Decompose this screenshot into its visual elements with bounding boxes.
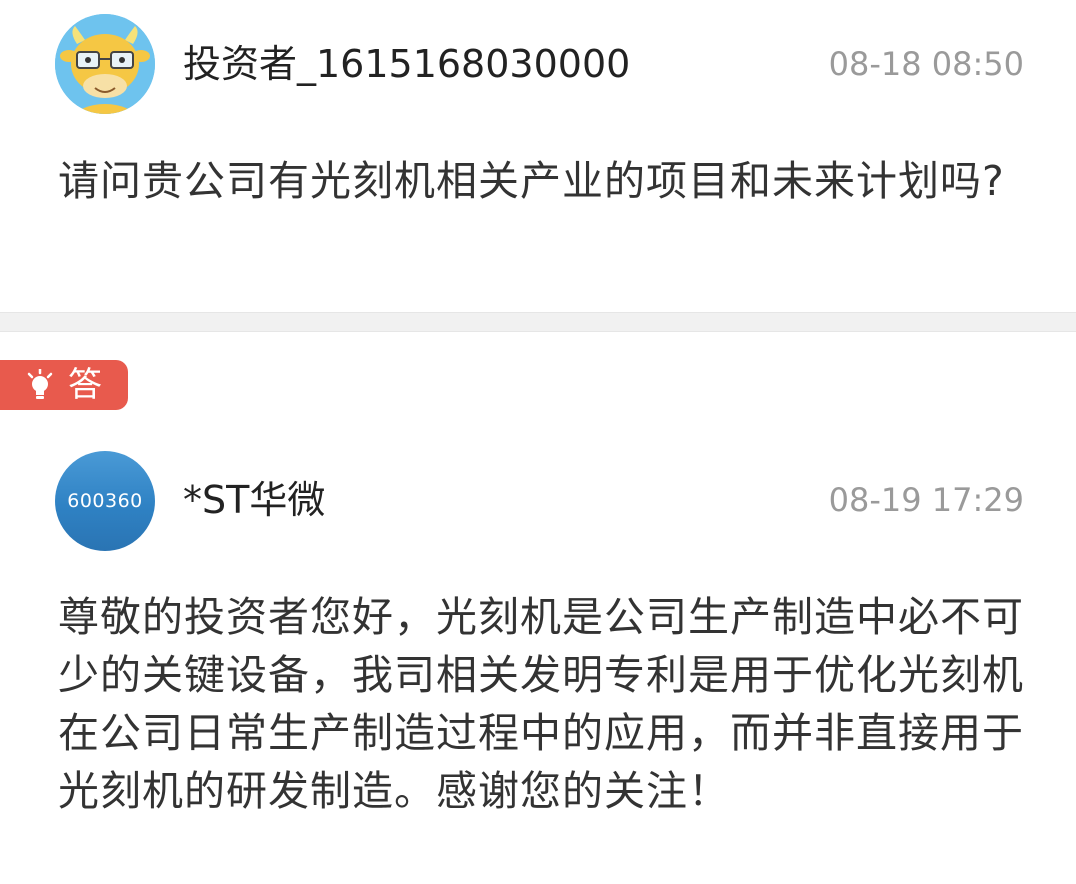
- company-avatar[interactable]: 600360: [55, 451, 155, 551]
- investor-username[interactable]: 投资者_1615168030000: [183, 40, 630, 88]
- company-name[interactable]: *ST华微: [183, 476, 325, 524]
- company-stock-code: 600360: [67, 490, 143, 512]
- question-text: 请问贵公司有光刻机相关产业的项目和未来计划吗?: [58, 157, 1005, 205]
- question-timestamp: 08-18 08:50: [828, 45, 1024, 83]
- investor-avatar[interactable]: [55, 14, 155, 114]
- answer-badge: 答: [0, 360, 128, 410]
- answer-timestamp: 08-19 17:29: [828, 481, 1024, 519]
- answer-text: 尊敬的投资者您好，光刻机是公司生产制造中必不可少的关键设备，我司相关发明专利是用…: [58, 593, 1024, 815]
- lightbulb-icon: [27, 369, 53, 399]
- section-divider: [0, 312, 1076, 332]
- question-card: 投资者_1615168030000 08-18 08:50 请问贵公司有光刻机相…: [0, 0, 1076, 312]
- cartoon-cow-avatar-icon: [55, 14, 155, 114]
- answer-badge-label: 答: [68, 365, 102, 405]
